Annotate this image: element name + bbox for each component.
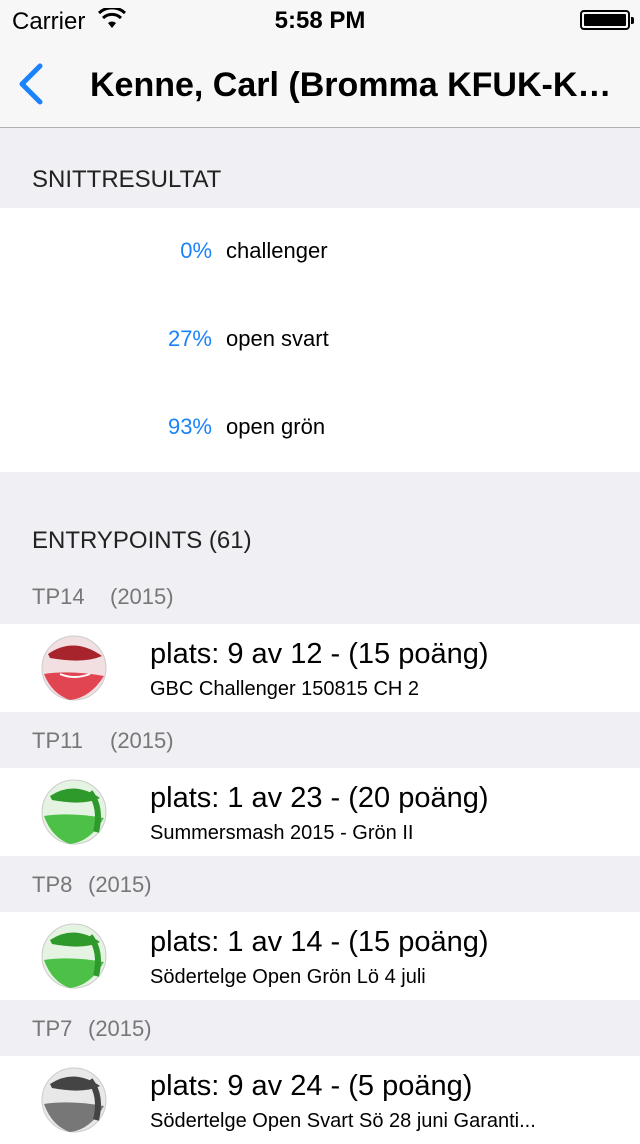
group-tp-label: TP14 xyxy=(32,584,85,609)
group-tp-label: TP11 xyxy=(32,728,83,753)
group-year-label: (2015) xyxy=(88,1016,152,1041)
entry-row[interactable]: plats: 9 av 24 - (5 poäng) Södertelge Op… xyxy=(0,1056,640,1144)
group-year-label: (2015) xyxy=(110,728,174,753)
average-label: open svart xyxy=(226,326,329,351)
tournament-group-header: TP11 (2015) xyxy=(0,712,640,768)
page-title: Kenne, Carl (Bromma KFUK-KF... xyxy=(90,66,622,104)
status-time: 5:58 PM xyxy=(274,7,366,34)
tournament-group-header: TP8 (2015) xyxy=(0,856,640,912)
average-row: 0% challenger xyxy=(0,208,640,296)
volleyball-green-icon xyxy=(41,923,107,989)
entry-row[interactable]: plats: 1 av 23 - (20 poäng) Summersmash … xyxy=(0,768,640,856)
entry-subtitle: GBC Challenger 150815 CH 2 xyxy=(150,678,420,700)
group-year-label: (2015) xyxy=(88,872,152,897)
tournament-group-header: TP7 (2015) xyxy=(0,1000,640,1056)
entry-subtitle: Södertelge Open Svart Sö 28 juni Garanti… xyxy=(150,1110,536,1132)
average-row: 27% open svart xyxy=(0,296,640,384)
navigation-bar: Kenne, Carl (Bromma KFUK-KF... xyxy=(0,40,640,128)
volleyball-green-icon xyxy=(41,779,107,845)
entry-subtitle: Södertelge Open Grön Lö 4 juli xyxy=(150,966,426,988)
entry-row[interactable]: plats: 1 av 14 - (15 poäng) Södertelge O… xyxy=(0,912,640,1000)
average-percent: 27% xyxy=(167,326,212,351)
average-label: open grön xyxy=(226,414,326,439)
volleyball-red-icon xyxy=(41,635,107,701)
entrypoints-section-header: ENTRYPOINTS (61) xyxy=(32,527,252,554)
group-tp-label: TP8 xyxy=(32,872,73,897)
volleyball-gray-icon xyxy=(41,1067,107,1133)
average-percent: 93% xyxy=(167,414,212,439)
status-bar: Carrier 5:58 PM xyxy=(0,0,640,40)
back-chevron-icon[interactable] xyxy=(12,60,52,108)
battery-icon xyxy=(580,10,634,30)
average-percent: 0% xyxy=(180,238,212,263)
entry-title: plats: 9 av 24 - (5 poäng) xyxy=(150,1070,473,1102)
averages-section-header: SNITTRESULTAT xyxy=(32,166,222,193)
averages-list: 0% challenger 27% open svart 93% open gr… xyxy=(0,208,640,472)
group-year-label: (2015) xyxy=(110,584,174,609)
entry-row[interactable]: plats: 9 av 12 - (15 poäng) GBC Challeng… xyxy=(0,624,640,712)
average-row: 93% open grön xyxy=(0,384,640,472)
entry-title: plats: 1 av 23 - (20 poäng) xyxy=(150,782,489,814)
entry-subtitle: Summersmash 2015 - Grön II xyxy=(150,822,414,844)
entry-title: plats: 9 av 12 - (15 poäng) xyxy=(150,638,489,670)
entry-title: plats: 1 av 14 - (15 poäng) xyxy=(150,926,489,958)
group-tp-label: TP7 xyxy=(32,1016,73,1041)
tournament-group-header: TP14 (2015) xyxy=(0,568,640,624)
average-label: challenger xyxy=(226,238,328,263)
